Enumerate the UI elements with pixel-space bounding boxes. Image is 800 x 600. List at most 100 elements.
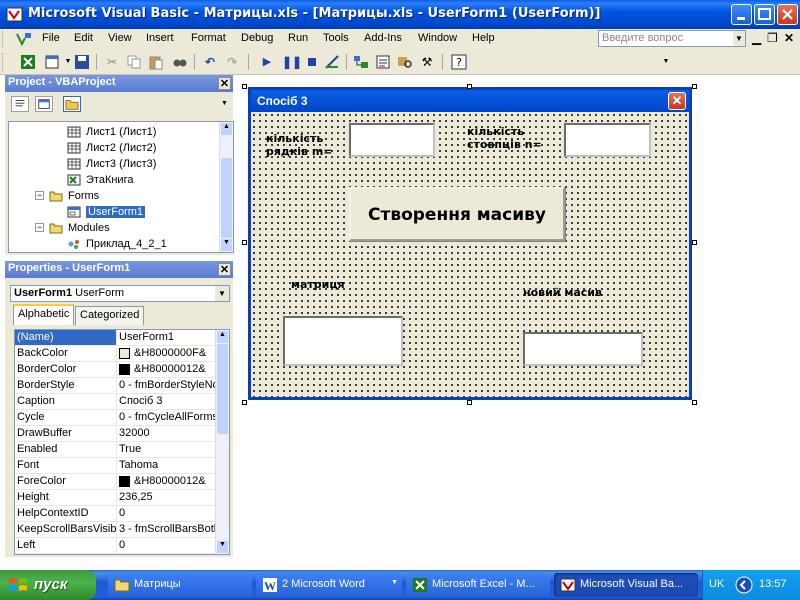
toolbar-grip[interactable] bbox=[2, 53, 5, 71]
task-word[interactable]: W 2 Microsoft Word ▼ bbox=[256, 573, 402, 597]
tree-item-sheet1[interactable]: Лист1 (Лист1) bbox=[67, 124, 156, 140]
textbox-cols[interactable] bbox=[564, 123, 651, 157]
resize-handle[interactable] bbox=[242, 240, 247, 245]
userform-designer[interactable]: Спосіб 3 ✕ кількість рядків m= кількість… bbox=[248, 87, 692, 400]
menu-window[interactable]: Window bbox=[418, 32, 457, 44]
properties-window-icon[interactable] bbox=[375, 54, 391, 70]
menu-help[interactable]: Help bbox=[472, 32, 495, 44]
scroll-down-icon[interactable]: ▼ bbox=[221, 239, 232, 251]
tree-item-module-4-2-1[interactable]: Приклад_4_2_1 bbox=[67, 236, 167, 252]
property-row[interactable]: Height 236,25 bbox=[15, 490, 215, 506]
redo-icon[interactable]: ↷ bbox=[224, 54, 240, 70]
close-project-button[interactable]: ✕ bbox=[218, 77, 231, 90]
form-client-area[interactable]: кількість рядків m= кількість стовпців n… bbox=[251, 112, 689, 397]
property-row[interactable]: Left 0 bbox=[15, 538, 215, 554]
toggle-folders-icon[interactable] bbox=[63, 96, 81, 112]
properties-scrollbar[interactable]: ▲ ▼ bbox=[215, 330, 229, 554]
toolbox-icon[interactable]: ⚒ bbox=[419, 54, 435, 70]
property-row[interactable]: BackColor &H8000000F& bbox=[15, 346, 215, 362]
property-row[interactable]: Enabled True bbox=[15, 442, 215, 458]
label-rows[interactable]: кількість рядків m= bbox=[266, 132, 333, 158]
label-cols[interactable]: кількість стовпців n= bbox=[467, 125, 542, 151]
collapse-forms-icon[interactable]: − bbox=[35, 191, 44, 200]
property-value[interactable]: True bbox=[117, 442, 215, 457]
property-row[interactable]: Font Tahoma bbox=[15, 458, 215, 474]
task-excel[interactable]: Microsoft Excel - М... bbox=[406, 573, 550, 597]
undo-icon[interactable]: ↶ bbox=[202, 54, 218, 70]
object-browser-icon[interactable] bbox=[397, 54, 413, 70]
tree-item-modules[interactable]: Modules bbox=[49, 220, 110, 236]
chevron-down-icon[interactable]: ▼ bbox=[215, 286, 229, 301]
property-value[interactable]: &H80000012& bbox=[117, 474, 215, 489]
label-matrix[interactable]: матриця bbox=[291, 278, 345, 291]
property-row[interactable]: Caption Спосіб 3 bbox=[15, 394, 215, 410]
object-select[interactable]: UserForm1 UserForm ▼ bbox=[10, 285, 230, 302]
tab-alphabetic[interactable]: Alphabetic bbox=[13, 304, 75, 325]
mdi-restore-button[interactable]: ❐ bbox=[767, 31, 778, 45]
resize-handle[interactable] bbox=[692, 84, 697, 89]
maximize-button[interactable] bbox=[754, 4, 775, 25]
tree-item-sheet3[interactable]: Лист3 (Лист3) bbox=[67, 156, 156, 172]
copy-icon[interactable] bbox=[126, 54, 142, 70]
scroll-up-icon[interactable]: ▲ bbox=[217, 331, 228, 343]
design-mode-icon[interactable] bbox=[324, 54, 340, 70]
language-indicator[interactable]: UK bbox=[709, 578, 724, 590]
textbox-matrix[interactable] bbox=[283, 316, 403, 366]
resize-handle[interactable] bbox=[242, 84, 247, 89]
form-close-button[interactable]: ✕ bbox=[668, 92, 686, 110]
resize-handle[interactable] bbox=[692, 240, 697, 245]
property-row[interactable]: BorderColor &H80000012& bbox=[15, 362, 215, 378]
textbox-new-array[interactable] bbox=[523, 332, 643, 366]
start-button[interactable]: пуск bbox=[0, 570, 96, 600]
property-value[interactable]: 0 - fmBorderStyleNone bbox=[117, 378, 215, 393]
property-row[interactable]: (Name) UserForm1 bbox=[15, 330, 215, 346]
resize-handle[interactable] bbox=[467, 400, 472, 405]
excel-view-icon[interactable] bbox=[20, 54, 36, 70]
reset-icon[interactable] bbox=[304, 54, 320, 70]
help-question-input[interactable]: Введите вопрос ▼ bbox=[598, 30, 746, 47]
property-value[interactable]: Tahoma bbox=[117, 458, 215, 473]
paste-icon[interactable] bbox=[148, 54, 164, 70]
scroll-down-icon[interactable]: ▼ bbox=[217, 541, 228, 553]
scroll-up-icon[interactable]: ▲ bbox=[221, 123, 232, 135]
cut-icon[interactable]: ✂ bbox=[104, 54, 120, 70]
create-array-button[interactable]: Створення масиву bbox=[349, 187, 565, 241]
property-row[interactable]: Cycle 0 - fmCycleAllForms bbox=[15, 410, 215, 426]
vb-app-icon[interactable] bbox=[6, 6, 23, 23]
property-value[interactable]: 3 - fmScrollBarsBoth bbox=[117, 522, 215, 537]
insert-userform-icon[interactable] bbox=[44, 54, 60, 70]
chevron-down-icon[interactable]: ▼ bbox=[221, 100, 228, 107]
menu-insert[interactable]: Insert bbox=[146, 32, 174, 44]
tree-item-sheet2[interactable]: Лист2 (Лист2) bbox=[67, 140, 156, 156]
label-new-array[interactable]: новий масив bbox=[523, 286, 602, 299]
close-properties-button[interactable]: ✕ bbox=[218, 263, 231, 276]
tree-scrollbar[interactable]: ▲ ▼ bbox=[219, 122, 233, 252]
menu-edit[interactable]: Edit bbox=[74, 32, 93, 44]
break-icon[interactable]: ❚❚ bbox=[282, 54, 302, 70]
property-row[interactable]: BorderStyle0 - fmBorderStyleNone bbox=[15, 378, 215, 394]
property-value[interactable]: Спосіб 3 bbox=[117, 394, 215, 409]
property-row[interactable]: ForeColor &H80000012& bbox=[15, 474, 215, 490]
property-value[interactable]: &H8000000F& bbox=[117, 346, 215, 361]
toolbar-options-icon[interactable]: ▼ bbox=[658, 54, 674, 70]
property-value[interactable]: 236,25 bbox=[117, 490, 215, 505]
menu-format[interactable]: Format bbox=[191, 32, 226, 44]
property-row[interactable]: KeepScrollBarsVisible 3 - fmScrollBarsBot… bbox=[15, 522, 215, 538]
menu-view[interactable]: View bbox=[108, 32, 132, 44]
property-value[interactable]: 0 - fmCycleAllForms bbox=[117, 410, 215, 425]
property-value[interactable]: &H80000012& bbox=[117, 362, 215, 377]
textbox-rows[interactable] bbox=[349, 123, 435, 157]
find-icon[interactable] bbox=[172, 54, 188, 70]
menu-tools[interactable]: Tools bbox=[323, 32, 349, 44]
property-row[interactable]: DrawBuffer 32000 bbox=[15, 426, 215, 442]
tree-item-forms[interactable]: Forms bbox=[49, 188, 99, 204]
property-row[interactable]: HelpContextID 0 bbox=[15, 506, 215, 522]
collapse-modules-icon[interactable]: − bbox=[35, 223, 44, 232]
mdi-minimize-button[interactable]: ▁ bbox=[752, 31, 761, 45]
run-icon[interactable]: ▶ bbox=[259, 54, 275, 70]
view-object-icon[interactable] bbox=[35, 96, 53, 112]
close-window-button[interactable] bbox=[777, 4, 798, 25]
task-folder-matrices[interactable]: Матрицы bbox=[108, 573, 252, 597]
tree-item-workbook[interactable]: ЭтаКнига bbox=[67, 172, 133, 188]
scroll-thumb[interactable] bbox=[221, 158, 232, 238]
